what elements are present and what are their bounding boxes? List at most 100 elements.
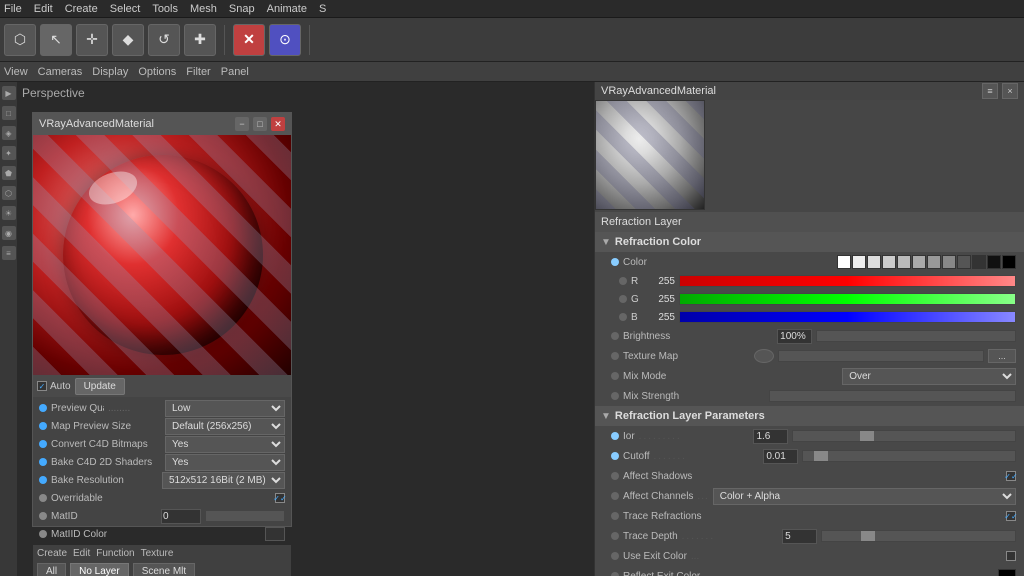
refraction-params-header[interactable]: ▼ Refraction Layer Parameters [595,406,1024,426]
trace-depth-thumb[interactable] [861,531,875,541]
toolbar2-view[interactable]: View [4,66,28,78]
left-icon-1[interactable]: □ [2,106,16,120]
swatch-2[interactable] [867,255,881,269]
refraction-color-header[interactable]: ▼ Refraction Color [595,232,1024,252]
toolbar-btn-add[interactable]: ✚ [184,24,216,56]
prop-dot-7 [39,530,47,538]
mix-mode-select[interactable]: Over [842,368,1016,385]
matlid-slider[interactable] [205,510,285,522]
tab-no-layer[interactable]: No Layer [70,563,129,576]
swatch-4[interactable] [897,255,911,269]
left-icon-4[interactable]: ⬟ [2,166,16,180]
update-button[interactable]: Update [75,378,125,395]
g-channel-bar[interactable] [679,293,1016,305]
ior-thumb[interactable] [860,431,874,441]
convert-bitmaps-select[interactable]: Yes [165,436,285,453]
left-icon-6[interactable]: ☀ [2,206,16,220]
ior-input[interactable] [753,429,788,444]
swatch-8[interactable] [957,255,971,269]
matlid-input[interactable] [161,509,201,524]
toolbar-btn-scale[interactable]: ◆ [112,24,144,56]
texture-map-btn[interactable] [754,349,774,363]
toolbar-btn-x[interactable]: ✕ [233,24,265,56]
toolbar-btn-circle[interactable]: ⊙ [269,24,301,56]
panel-icon-2[interactable]: × [1002,83,1018,99]
trace-depth-slider[interactable] [821,530,1016,542]
cutoff-thumb[interactable] [814,451,828,461]
left-icon-3[interactable]: ✦ [2,146,16,160]
viewport[interactable]: Perspective VRayAdvancedMaterial − □ ✕ A… [18,82,594,576]
toolbar-btn-0[interactable]: ⬡ [4,24,36,56]
trace-ref-checkbox[interactable]: ✓ [1006,511,1016,521]
action-texture[interactable]: Texture [141,548,174,559]
overridable-checkbox[interactable]: ✓ [275,493,285,503]
menu-snap[interactable]: Snap [229,3,255,15]
toolbar2-display[interactable]: Display [92,66,128,78]
preview-quality-select[interactable]: Low [165,400,285,417]
toolbar2-options[interactable]: Options [138,66,176,78]
prop-label-2: Convert C4D Bitmaps [51,439,161,450]
map-preview-select[interactable]: Default (256x256) [165,418,285,435]
swatch-3[interactable] [882,255,896,269]
action-edit[interactable]: Edit [73,548,90,559]
affect-channels-select[interactable]: Color + Alpha [713,488,1016,505]
b-channel-bar[interactable] [679,311,1016,323]
brightness-input[interactable] [777,329,812,344]
r-gradient [680,276,1015,286]
toolbar-btn-rotate[interactable]: ↺ [148,24,180,56]
action-create[interactable]: Create [37,548,67,559]
left-icon-5[interactable]: ⬡ [2,186,16,200]
tab-scene-mlt[interactable]: Scene Mlt [133,563,195,576]
cutoff-input[interactable] [763,449,798,464]
bake-shaders-select[interactable]: Yes [165,454,285,471]
toolbar-btn-select[interactable]: ↖ [40,24,72,56]
swatch-9[interactable] [972,255,986,269]
left-icon-0[interactable]: ▶ [2,86,16,100]
reflect-exit-swatch[interactable] [998,569,1016,576]
menu-file[interactable]: File [4,3,22,15]
swatch-7[interactable] [942,255,956,269]
window-maximize-btn[interactable]: □ [253,117,267,131]
action-function[interactable]: Function [96,548,134,559]
swatch-black[interactable] [1002,255,1016,269]
swatch-1[interactable] [852,255,866,269]
menu-mesh[interactable]: Mesh [190,3,217,15]
left-icon-7[interactable]: ◉ [2,226,16,240]
menu-tools[interactable]: Tools [152,3,178,15]
affect-shadows-checkbox[interactable]: ✓ [1006,471,1016,481]
matIID-color-swatch[interactable] [265,527,285,541]
swatch-5[interactable] [912,255,926,269]
auto-checkbox[interactable] [37,381,47,391]
cutoff-slider[interactable] [802,450,1016,462]
texture-slider[interactable] [778,350,984,362]
trace-depth-input[interactable] [782,529,817,544]
tab-all[interactable]: All [37,563,66,576]
ior-slider[interactable] [792,430,1016,442]
window-minimize-btn[interactable]: − [235,117,249,131]
brightness-slider[interactable] [816,330,1016,342]
menu-s[interactable]: S [319,3,326,15]
use-exit-checkbox[interactable] [1006,551,1016,561]
toolbar-btn-move[interactable]: ✛ [76,24,108,56]
menu-animate[interactable]: Animate [267,3,307,15]
material-preview-sphere[interactable] [33,135,291,375]
window-close-btn[interactable]: ✕ [271,117,285,131]
bake-res-select[interactable]: 512x512 16Bit (2 MB) [162,472,285,489]
menu-edit[interactable]: Edit [34,3,53,15]
left-icon-2[interactable]: ◈ [2,126,16,140]
texture-map-options[interactable]: ... [988,349,1016,363]
preview-sphere-thumb[interactable] [595,100,705,210]
menu-select[interactable]: Select [110,3,141,15]
mix-strength-slider[interactable] [769,390,1016,402]
swatch-white[interactable] [837,255,851,269]
toolbar2-cameras[interactable]: Cameras [38,66,83,78]
swatch-10[interactable] [987,255,1001,269]
toolbar2-filter[interactable]: Filter [186,66,210,78]
refraction-panel-title: Refraction Layer [601,216,682,228]
toolbar2-panel[interactable]: Panel [221,66,249,78]
panel-icon-1[interactable]: ≡ [982,83,998,99]
left-icon-8[interactable]: ≡ [2,246,16,260]
menu-create[interactable]: Create [65,3,98,15]
r-channel-bar[interactable] [679,275,1016,287]
swatch-6[interactable] [927,255,941,269]
